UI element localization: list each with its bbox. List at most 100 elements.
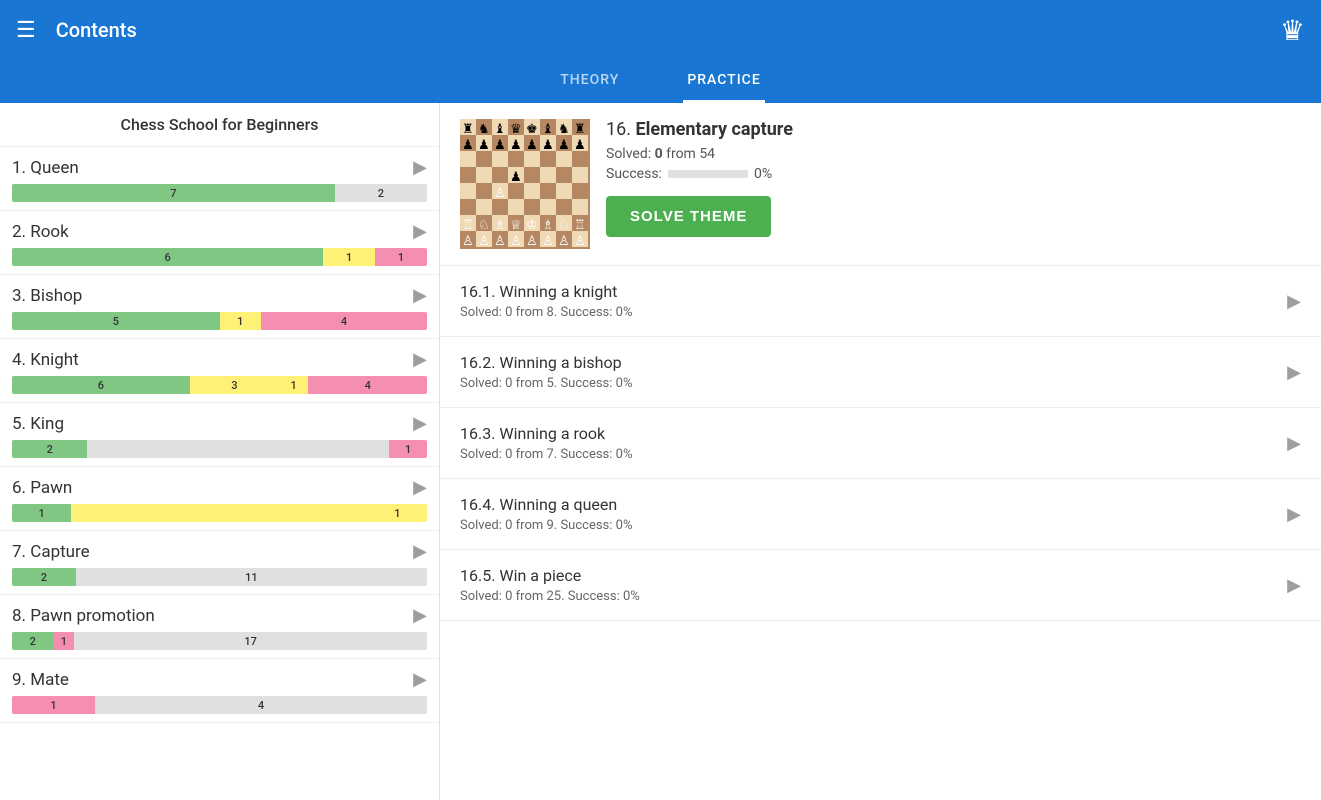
lesson-stats: Solved: 0 from 54 (606, 146, 1301, 162)
progress-bar: 1 1 (12, 504, 427, 522)
success-label: Success: (606, 166, 662, 182)
bar-yellow: 1 (220, 312, 262, 330)
tab-practice[interactable]: PRACTICE (683, 60, 764, 103)
bar-pink: 1 (12, 696, 95, 714)
sidebar-item-label: 1. Queen (12, 158, 79, 178)
play-icon: ▶ (413, 605, 427, 626)
sub-lesson-title: 16.4. Winning a queen (460, 495, 1275, 514)
sidebar-item-pawn[interactable]: 6. Pawn ▶ 1 1 (0, 467, 439, 531)
sidebar-item-rook[interactable]: 2. Rook ▶ 6 1 1 (0, 211, 439, 275)
sub-lesson-title: 16.1. Winning a knight (460, 282, 1275, 301)
play-icon: ▶ (413, 477, 427, 498)
lesson-name: Elementary capture (635, 119, 792, 140)
tab-theory[interactable]: THEORY (556, 60, 623, 103)
sidebar-item-queen[interactable]: 1. Queen ▶ 7 2 (0, 147, 439, 211)
play-icon: ▶ (413, 221, 427, 242)
play-icon: ▶ (1287, 575, 1301, 596)
svg-text:♟: ♟ (462, 138, 474, 153)
solved-count: 0 (655, 146, 663, 162)
solve-theme-button[interactable]: SOLVE THEME (606, 196, 771, 237)
solved-total: 54 (699, 146, 715, 162)
sidebar-item-knight[interactable]: 4. Knight ▶ 6 3 1 4 (0, 339, 439, 403)
sidebar-item-mate[interactable]: 9. Mate ▶ 1 4 (0, 659, 439, 723)
svg-text:♞: ♞ (558, 122, 570, 137)
svg-text:♙: ♙ (574, 234, 586, 249)
sub-lesson-title: 16.3. Winning a rook (460, 424, 1275, 443)
play-icon: ▶ (413, 541, 427, 562)
bar-pink: 1 (375, 248, 427, 266)
svg-text:♔: ♔ (526, 218, 538, 233)
sidebar-item-label: 3. Bishop (12, 286, 82, 306)
bar-pink: 1 (389, 440, 427, 458)
progress-bar: 6 3 1 4 (12, 376, 427, 394)
sidebar-item-bishop[interactable]: 3. Bishop ▶ 5 1 4 (0, 275, 439, 339)
svg-text:♕: ♕ (510, 218, 522, 233)
play-icon: ▶ (413, 349, 427, 370)
progress-bar: 2 11 (12, 568, 427, 586)
progress-bar: 1 4 (12, 696, 427, 714)
sub-lesson-stats: Solved: 0 from 8. Success: 0% (460, 305, 1275, 320)
play-icon: ▶ (1287, 433, 1301, 454)
sub-lesson-2[interactable]: 16.2. Winning a bishop Solved: 0 from 5.… (440, 337, 1321, 408)
crown-icon: ♛ (1280, 14, 1305, 47)
sidebar-item-pawn-promotion[interactable]: 8. Pawn promotion ▶ 2 1 17 (0, 595, 439, 659)
sidebar-item-label: 7. Capture (12, 542, 90, 562)
sub-lesson-stats: Solved: 0 from 25. Success: 0% (460, 589, 1275, 604)
sub-lesson-info: 16.1. Winning a knight Solved: 0 from 8.… (460, 282, 1275, 320)
sub-lesson-stats: Solved: 0 from 7. Success: 0% (460, 447, 1275, 462)
sidebar-item-capture[interactable]: 7. Capture ▶ 2 11 (0, 531, 439, 595)
success-bar (668, 170, 748, 178)
bar-green: 5 (12, 312, 220, 330)
bar-green: 2 (12, 632, 54, 650)
success-value: 0% (754, 166, 772, 182)
svg-text:♟: ♟ (510, 138, 522, 153)
sub-lesson-info: 16.3. Winning a rook Solved: 0 from 7. S… (460, 424, 1275, 462)
svg-text:♟: ♟ (494, 138, 506, 153)
play-icon: ▶ (1287, 362, 1301, 383)
sub-lesson-info: 16.4. Winning a queen Solved: 0 from 9. … (460, 495, 1275, 533)
sub-lesson-stats: Solved: 0 from 5. Success: 0% (460, 376, 1275, 391)
svg-text:♜: ♜ (462, 122, 474, 137)
main-layout: Chess School for Beginners 1. Queen ▶ 7 … (0, 103, 1321, 800)
sub-lesson-3[interactable]: 16.3. Winning a rook Solved: 0 from 7. S… (440, 408, 1321, 479)
play-icon: ▶ (413, 157, 427, 178)
play-icon: ▶ (413, 285, 427, 306)
play-icon: ▶ (1287, 504, 1301, 525)
sub-lesson-5[interactable]: 16.5. Win a piece Solved: 0 from 25. Suc… (440, 550, 1321, 621)
progress-bar: 2 1 (12, 440, 427, 458)
sidebar-item-king[interactable]: 5. King ▶ 2 1 (0, 403, 439, 467)
sub-lesson-info: 16.2. Winning a bishop Solved: 0 from 5.… (460, 353, 1275, 391)
progress-bar: 2 1 17 (12, 632, 427, 650)
sidebar: Chess School for Beginners 1. Queen ▶ 7 … (0, 103, 440, 800)
svg-text:♖: ♖ (574, 218, 586, 233)
sub-lesson-info: 16.5. Win a piece Solved: 0 from 25. Suc… (460, 566, 1275, 604)
lesson-info: 16. Elementary capture Solved: 0 from 54… (606, 119, 1301, 237)
menu-icon[interactable]: ☰ (16, 18, 36, 43)
svg-text:♟: ♟ (558, 138, 570, 153)
sub-lesson-title: 16.5. Win a piece (460, 566, 1275, 585)
svg-text:♝: ♝ (542, 122, 554, 137)
svg-text:♞: ♞ (478, 122, 490, 137)
lesson-header: ♜ ♞ ♝ ♛ ♚ ♝ ♞ ♜ ♟ ♟ ♟ ♟ ♟ ♟ ♟ ♟ (440, 103, 1321, 266)
lesson-title: 16. Elementary capture (606, 119, 1301, 140)
content-area: ♜ ♞ ♝ ♛ ♚ ♝ ♞ ♜ ♟ ♟ ♟ ♟ ♟ ♟ ♟ ♟ (440, 103, 1321, 800)
bar-yellow: 3 (190, 376, 279, 394)
bar-green: 1 (12, 504, 71, 522)
tabs-bar: THEORY PRACTICE (0, 60, 1321, 103)
svg-text:♙: ♙ (510, 234, 522, 249)
svg-text:♙: ♙ (462, 234, 474, 249)
sidebar-item-label: 6. Pawn (12, 478, 72, 498)
sub-lesson-1[interactable]: 16.1. Winning a knight Solved: 0 from 8.… (440, 266, 1321, 337)
lesson-number: 16. (606, 119, 631, 140)
svg-text:♙: ♙ (542, 234, 554, 249)
bar-green: 7 (12, 184, 335, 202)
bar-pink: 4 (261, 312, 427, 330)
sidebar-item-label: 5. King (12, 414, 64, 434)
sidebar-item-label: 2. Rook (12, 222, 69, 242)
sidebar-title: Chess School for Beginners (0, 103, 439, 147)
svg-text:♙: ♙ (526, 234, 538, 249)
svg-text:♙: ♙ (494, 234, 506, 249)
sub-lesson-4[interactable]: 16.4. Winning a queen Solved: 0 from 9. … (440, 479, 1321, 550)
play-icon: ▶ (413, 669, 427, 690)
bar-empty: 11 (76, 568, 427, 586)
